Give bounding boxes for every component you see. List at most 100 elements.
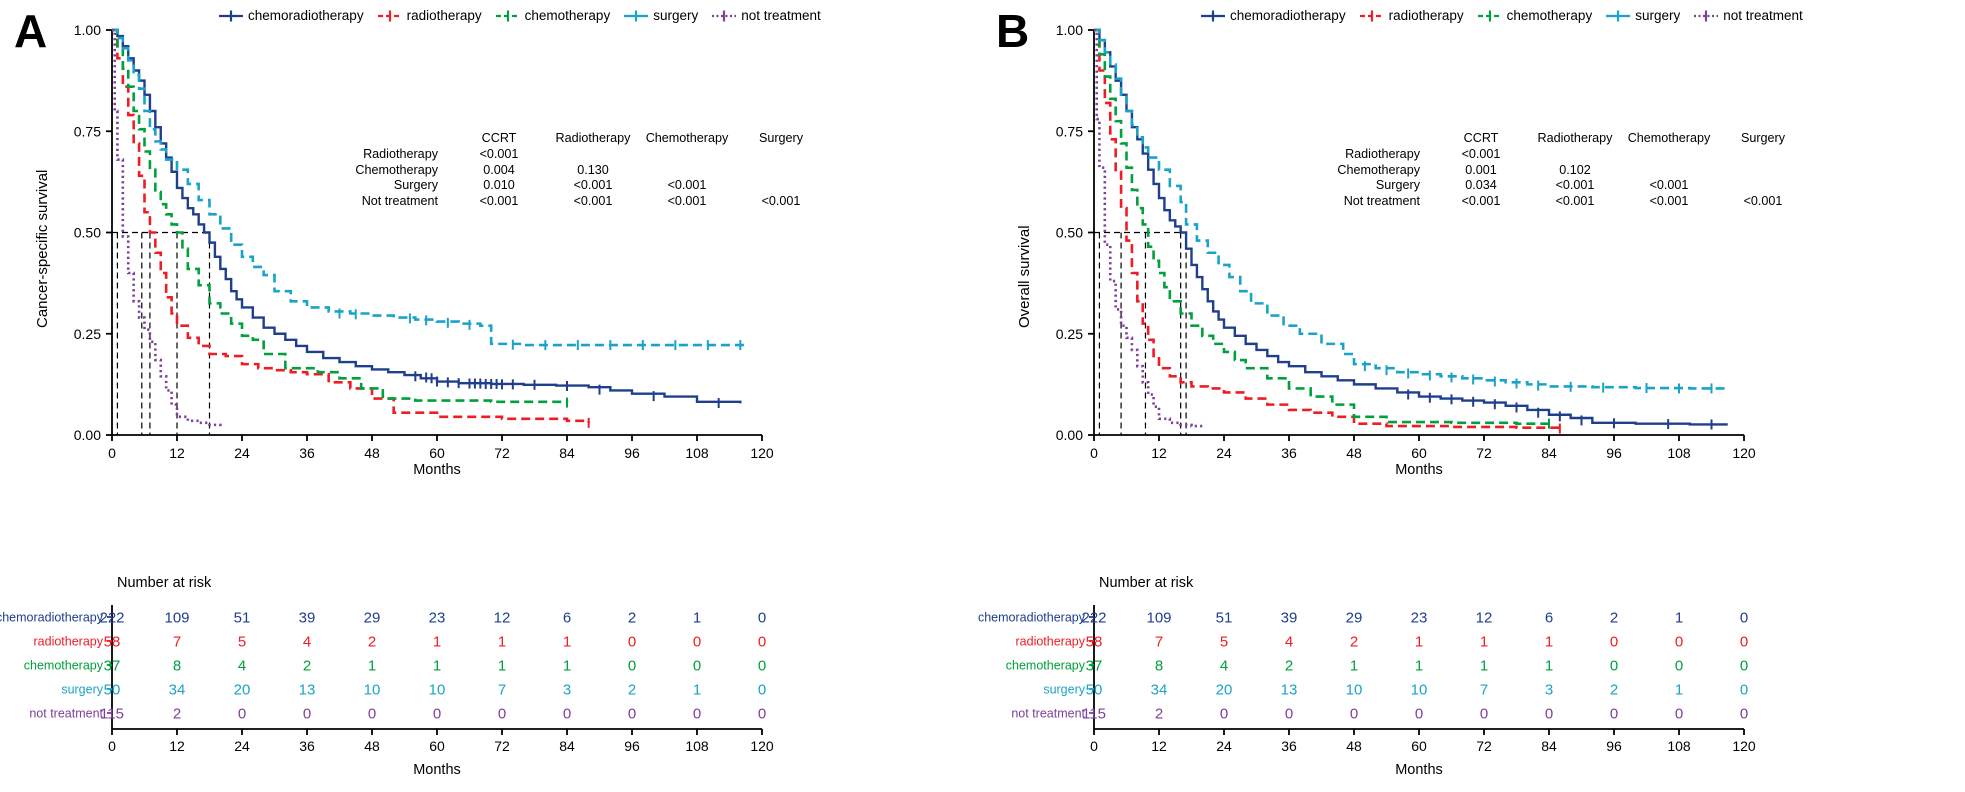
pvalue-col-header: Chemotherapy <box>1627 131 1711 145</box>
x-tick-label: 84 <box>559 445 575 461</box>
risk-count: 0 <box>1675 706 1683 723</box>
risk-count: 37 <box>104 658 121 675</box>
risk-count: 23 <box>1411 610 1428 627</box>
risk-row-label: chemoradiotherapy <box>0 611 104 625</box>
risk-count: 13 <box>299 682 316 699</box>
risk-count: 1 <box>1480 658 1488 675</box>
pvalue-col-header: Surgery <box>1740 131 1786 145</box>
pvalue-col-header: CCRT <box>481 131 517 145</box>
x-tick-label: 0 <box>1090 445 1098 461</box>
x-tick-label: 60 <box>429 445 445 461</box>
risk-count: 10 <box>429 682 446 699</box>
risk-count: 34 <box>169 682 186 699</box>
pvalue-table: CCRT Radiotherapy Chemotherapy Surgery Radio… <box>1282 130 1810 209</box>
x-tick-label: 36 <box>1281 445 1297 461</box>
risk-count: 0 <box>758 634 766 651</box>
y-tick-label: 0.00 <box>1056 427 1083 443</box>
y-tick-label: 1.00 <box>74 22 101 38</box>
risk-count: 1 <box>498 658 506 675</box>
pvalue-cell: 0.130 <box>577 162 609 177</box>
risk-count: 0 <box>628 634 636 651</box>
pvalue-cell: <0.001 <box>667 193 707 208</box>
risk-count: 2 <box>1155 706 1163 723</box>
series-radiotherapy <box>112 28 590 423</box>
risk-count: 1 <box>693 682 701 699</box>
risk-row-label: chemotherapy <box>24 659 104 673</box>
risk-count: 20 <box>234 682 251 699</box>
pvalue-cell <box>1716 178 1810 194</box>
pvalue-table-corner <box>300 130 452 147</box>
risk-x-tick-label: 12 <box>169 738 185 754</box>
risk-count: 3 <box>563 682 571 699</box>
risk-table-title: Number at risk <box>117 575 212 591</box>
risk-count: 8 <box>173 658 181 675</box>
series-radiotherapy <box>1094 28 1562 430</box>
risk-count: 4 <box>1220 658 1228 675</box>
x-tick-label: 12 <box>1151 445 1167 461</box>
risk-count: 1 <box>1415 634 1423 651</box>
risk-x-tick-label: 120 <box>750 738 774 754</box>
risk-count: 222 <box>99 610 124 627</box>
x-tick-label: 36 <box>299 445 315 461</box>
risk-x-tick-label: 60 <box>429 738 445 754</box>
pvalue-cell: <0.001 <box>761 193 801 208</box>
x-tick-label: 108 <box>1667 445 1691 461</box>
x-tick-label: 120 <box>1732 445 1756 461</box>
risk-x-axis-title: Months <box>413 762 461 778</box>
pvalue-cell <box>1716 147 1810 163</box>
risk-count: 1 <box>1545 658 1553 675</box>
risk-count: 0 <box>1740 682 1748 699</box>
risk-count: 0 <box>693 706 701 723</box>
pvalue-table-row: Not treatment <0.001 <0.001 <0.001 <0.001 <box>300 194 828 210</box>
pvalue-cell: <0.001 <box>1649 193 1689 208</box>
risk-count: 8 <box>1155 658 1163 675</box>
x-tick-label: 120 <box>750 445 774 461</box>
risk-count: 222 <box>1081 610 1106 627</box>
pvalue-table-corner <box>1282 130 1434 147</box>
pvalue-cell: <0.001 <box>667 178 707 192</box>
pvalue-cell: <0.001 <box>1555 178 1595 192</box>
risk-count: 1 <box>1675 610 1683 627</box>
risk-count: 0 <box>758 658 766 675</box>
risk-count: 0 <box>1610 706 1618 723</box>
km-plot: 0.00 0.25 0.50 0.75 1.00 0 12 24 36 48 60 72 84 96 108… <box>74 22 774 461</box>
x-tick-label: 0 <box>108 445 116 461</box>
risk-row-label: surgery <box>61 683 103 697</box>
pvalue-table-row: Surgery 0.010 <0.001 <0.001 <box>300 178 828 194</box>
risk-x-tick-label: 72 <box>1476 738 1492 754</box>
x-tick-label: 24 <box>234 445 250 461</box>
x-axis-title: Months <box>1395 462 1443 478</box>
risk-x-tick-label: 36 <box>1281 738 1297 754</box>
y-tick-label: 0.50 <box>1056 225 1083 241</box>
risk-count: 5 <box>238 634 246 651</box>
pvalue-cell <box>640 147 734 163</box>
risk-count: 7 <box>1480 682 1488 699</box>
risk-x-tick-label: 84 <box>559 738 575 754</box>
risk-count: 29 <box>1346 610 1363 627</box>
risk-count: 3 <box>1545 682 1553 699</box>
risk-count: 39 <box>299 610 316 627</box>
risk-count: 1 <box>1675 682 1683 699</box>
risk-count: 1 <box>433 658 441 675</box>
series-chemoradiotherapy <box>112 28 742 404</box>
risk-count: 37 <box>1086 658 1103 675</box>
risk-row-label: chemoradiotherapy <box>978 611 1086 625</box>
km-plot: 0.00 0.25 0.50 0.75 1.00 0 12 24 36 48 60 72 84 96 108… <box>1056 22 1756 461</box>
risk-count: 0 <box>1610 634 1618 651</box>
risk-count: 0 <box>693 658 701 675</box>
x-tick-label: 72 <box>494 445 510 461</box>
risk-x-axis-title: Months <box>1395 762 1443 778</box>
risk-count: 12 <box>494 610 511 627</box>
pvalue-table-row: Radiotherapy <0.001 <box>1282 147 1810 163</box>
risk-count: 0 <box>758 706 766 723</box>
x-tick-label: 48 <box>1346 445 1362 461</box>
panel-b: Bchemoradiotherapy radiotherapy chemothera… <box>978 0 1964 792</box>
pvalue-table-row: Chemotherapy 0.001 0.102 <box>1282 163 1810 179</box>
pvalue-cell: <0.001 <box>479 147 519 161</box>
risk-count: 7 <box>173 634 181 651</box>
risk-table-axes: chemoradiotherapy222 109 51 39 29 23 12 6 2 1 0rad… <box>978 605 1756 778</box>
risk-count: 1 <box>693 610 701 627</box>
risk-count: 50 <box>1086 682 1103 699</box>
risk-count: 0 <box>1610 658 1618 675</box>
y-tick-label: 0.75 <box>74 123 101 139</box>
